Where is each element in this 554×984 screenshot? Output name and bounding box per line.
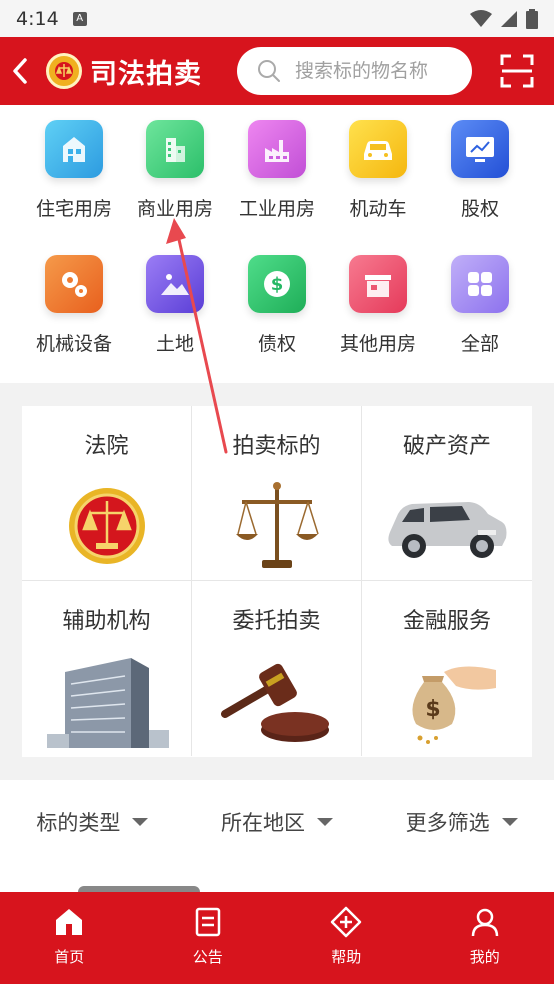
gavel-icon bbox=[212, 651, 342, 751]
category-label: 债权 bbox=[257, 333, 296, 355]
caret-down-icon bbox=[132, 818, 149, 826]
commercial-building-icon bbox=[146, 120, 204, 178]
filter-more[interactable]: 更多筛选 bbox=[369, 807, 554, 837]
wifi-icon bbox=[470, 9, 492, 27]
caret-down-icon bbox=[501, 818, 518, 826]
category-label: 土地 bbox=[155, 333, 194, 355]
feature-title: 委托拍卖 bbox=[232, 609, 321, 634]
home-icon bbox=[56, 909, 83, 935]
category-label: 商业用房 bbox=[136, 198, 213, 220]
profile-icon bbox=[471, 908, 498, 937]
search-box[interactable] bbox=[237, 47, 472, 95]
nav-label: 首页 bbox=[54, 948, 85, 966]
signal-icon bbox=[501, 10, 517, 27]
category-grid: 住宅用房 商业用房 工业用房 机动车 股权 机械设备 土地 $ 债权 其他用房 … bbox=[0, 105, 554, 383]
category-residential[interactable]: 住宅用房 bbox=[23, 120, 125, 221]
category-label: 其他用房 bbox=[339, 333, 416, 355]
money-bag-icon: $ bbox=[382, 651, 512, 751]
gears-icon bbox=[45, 255, 103, 313]
shop-icon bbox=[349, 255, 407, 313]
search-icon bbox=[258, 60, 280, 82]
nav-label: 帮助 bbox=[331, 948, 362, 966]
category-commercial[interactable]: 商业用房 bbox=[124, 120, 226, 221]
feature-court[interactable]: 法院 bbox=[22, 406, 192, 581]
filter-label: 标的类型 bbox=[36, 811, 121, 835]
battery-icon bbox=[526, 8, 538, 29]
category-machinery[interactable]: 机械设备 bbox=[23, 255, 125, 356]
category-land[interactable]: 土地 bbox=[124, 255, 226, 356]
svg-text:$: $ bbox=[425, 697, 440, 722]
app-title: 司法拍卖 bbox=[90, 58, 202, 90]
feature-entrusted-auction[interactable]: 委托拍卖 bbox=[192, 581, 362, 756]
residential-building-icon bbox=[45, 120, 103, 178]
feature-grid: 法院 拍卖标的 破产资产 辅助机构 委托拍卖 金融服务 $ bbox=[22, 406, 532, 757]
filter-region[interactable]: 所在地区 bbox=[185, 807, 370, 837]
category-all[interactable]: 全部 bbox=[429, 255, 531, 356]
chevron-left-icon bbox=[13, 58, 27, 84]
factory-icon bbox=[248, 120, 306, 178]
nav-label: 我的 bbox=[469, 948, 500, 966]
feature-title: 破产资产 bbox=[402, 434, 491, 459]
category-label: 机械设备 bbox=[35, 333, 112, 355]
category-label: 机动车 bbox=[349, 198, 407, 220]
scan-button[interactable] bbox=[500, 54, 534, 88]
filter-bar: 标的类型 所在地区 更多筛选 bbox=[0, 780, 554, 864]
court-logo-icon bbox=[46, 53, 82, 89]
search-input[interactable] bbox=[295, 60, 465, 82]
feature-auction-items[interactable]: 拍卖标的 bbox=[192, 406, 362, 581]
grid-icon bbox=[451, 255, 509, 313]
feature-title: 辅助机构 bbox=[62, 609, 151, 634]
nav-notices[interactable]: 公告 bbox=[139, 892, 278, 984]
category-debt[interactable]: $ 债权 bbox=[226, 255, 328, 356]
category-label: 股权 bbox=[460, 198, 499, 220]
feature-support-agencies[interactable]: 辅助机构 bbox=[22, 581, 192, 756]
status-time: 4:14 bbox=[16, 7, 59, 30]
feature-financial-services[interactable]: 金融服务 $ bbox=[362, 581, 532, 756]
category-other-property[interactable]: 其他用房 bbox=[327, 255, 429, 356]
nav-help[interactable]: 帮助 bbox=[277, 892, 416, 984]
feature-title: 拍卖标的 bbox=[232, 434, 321, 459]
land-icon bbox=[146, 255, 204, 313]
notification-icon: A bbox=[72, 11, 87, 26]
filter-label: 更多筛选 bbox=[405, 811, 490, 835]
nav-label: 公告 bbox=[192, 948, 223, 966]
feature-title: 金融服务 bbox=[402, 609, 491, 634]
scales-icon bbox=[212, 476, 342, 576]
bottom-nav: 首页 公告 帮助 我的 bbox=[0, 892, 554, 984]
category-label: 全部 bbox=[460, 333, 499, 355]
category-label: 工业用房 bbox=[238, 198, 315, 220]
app-logo: 司法拍卖 bbox=[46, 52, 202, 91]
feature-title: 法院 bbox=[84, 434, 129, 459]
app-header: 司法拍卖 bbox=[0, 37, 554, 105]
category-label: 住宅用房 bbox=[35, 198, 112, 220]
feature-bankruptcy-assets[interactable]: 破产资产 bbox=[362, 406, 532, 581]
nav-home[interactable]: 首页 bbox=[0, 892, 139, 984]
caret-down-icon bbox=[317, 818, 333, 826]
filter-item-type[interactable]: 标的类型 bbox=[0, 807, 185, 837]
status-bar: 4:14 A bbox=[0, 0, 554, 37]
svg-text:$: $ bbox=[271, 274, 284, 295]
chart-screen-icon bbox=[451, 120, 509, 178]
screen: 4:14 A 司法拍卖 搜索标的物名称 住宅用房 商业用房 工业用房 机动车 股… bbox=[0, 0, 554, 984]
nav-profile[interactable]: 我的 bbox=[416, 892, 554, 984]
category-industrial[interactable]: 工业用房 bbox=[226, 120, 328, 221]
back-button[interactable] bbox=[12, 37, 42, 105]
court-emblem-icon bbox=[42, 476, 172, 576]
office-building-icon bbox=[42, 651, 172, 751]
car-icon bbox=[349, 120, 407, 178]
category-vehicle[interactable]: 机动车 bbox=[327, 120, 429, 221]
scan-icon bbox=[500, 54, 534, 88]
filter-label: 所在地区 bbox=[221, 811, 305, 835]
dollar-icon: $ bbox=[248, 255, 306, 313]
help-icon bbox=[331, 906, 362, 938]
category-equity[interactable]: 股权 bbox=[429, 120, 531, 221]
notice-icon bbox=[195, 907, 220, 937]
suv-car-icon bbox=[382, 476, 512, 576]
